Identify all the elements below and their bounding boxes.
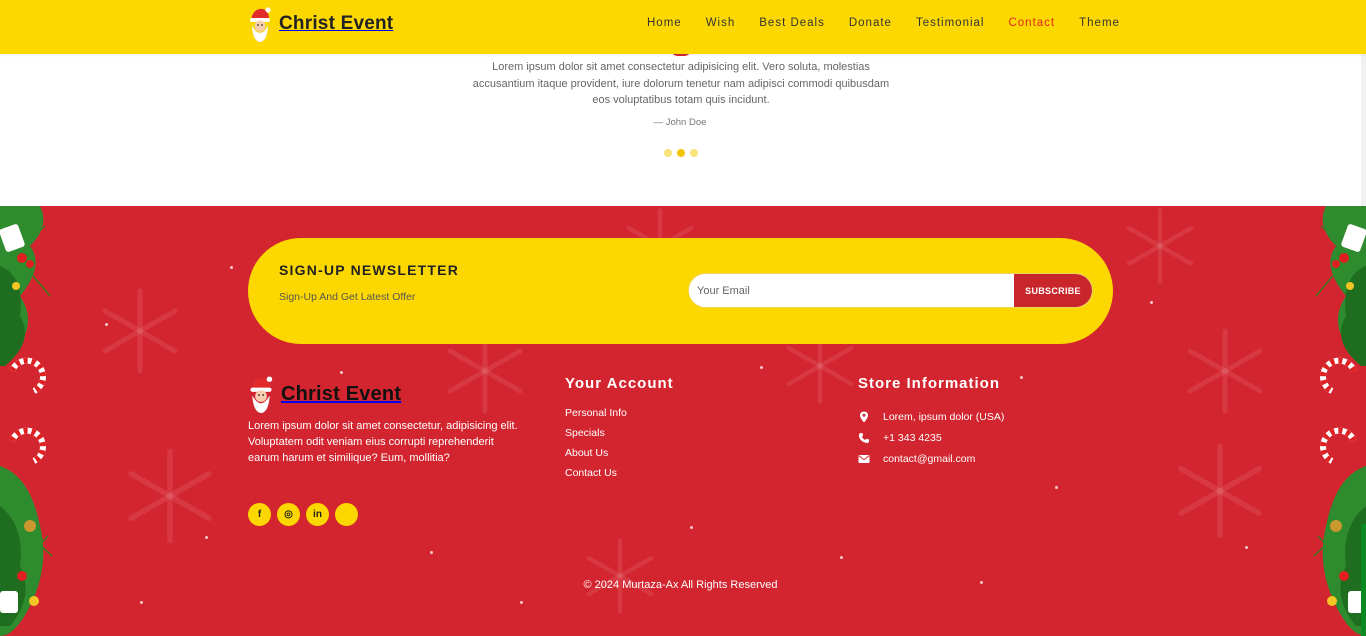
green-edge-strip [1361,524,1366,636]
testimonial-section: Lorem ipsum dolor sit amet consectetur a… [0,48,1361,206]
snowflake-pattern-icon [1187,328,1263,414]
link-personal-info[interactable]: Personal Info [565,406,627,426]
snow-dot [205,536,208,539]
email-row: contact@gmail.com [858,448,1004,469]
newsletter-subtitle: Sign-Up And Get Latest Offer [279,291,416,303]
link-contact-us[interactable]: Contact Us [565,466,627,486]
copyright-text: © 2024 Murtaza-Ax All Rights Reserved [583,579,778,591]
address-row: Lorem, ipsum dolor (USA) [858,406,1004,427]
snow-dot [520,601,523,604]
phone-icon [858,432,869,443]
top-navbar: Christ Event Home Wish Best Deals Donate… [0,0,1366,54]
snowflake-pattern-icon [128,448,212,544]
snowflake-pattern-icon [586,538,654,614]
snowflake-pattern-icon [1178,443,1262,539]
santa-logo-icon [250,376,273,413]
footer-brand-name: Christ Event [281,382,402,405]
subscribe-button[interactable]: SUBSCRIBE [1014,274,1092,307]
newsletter-banner: SIGN-UP NEWSLETTER Sign-Up And Get Lates… [248,238,1113,344]
blank-social-icon[interactable] [335,503,358,526]
santa-logo-icon [250,7,271,42]
footer: SIGN-UP NEWSLETTER Sign-Up And Get Lates… [0,206,1366,636]
nav-home[interactable]: Home [647,17,682,29]
carousel-dot[interactable] [690,149,698,157]
address-text: Lorem, ipsum dolor (USA) [883,410,1005,423]
newsletter-form: SUBSCRIBE [688,273,1093,308]
nav-contact[interactable]: Contact [1008,17,1055,29]
snow-dot [1150,301,1153,304]
nav-best-deals[interactable]: Best Deals [759,17,825,29]
email-text: contact@gmail.com [883,452,976,465]
snow-dot [1245,546,1248,549]
nav-wish[interactable]: Wish [706,17,736,29]
link-about-us[interactable]: About Us [565,446,627,466]
store-info-title: Store Information [858,375,1001,392]
instagram-icon[interactable]: ◎ [277,503,300,526]
snow-dot [340,371,343,374]
envelope-icon [858,454,870,463]
facebook-icon[interactable]: f [248,503,271,526]
testimonial-author: — John Doe [653,117,707,128]
snow-dot [430,551,433,554]
link-specials[interactable]: Specials [565,426,627,446]
nav-theme[interactable]: Theme [1079,17,1120,29]
holly-garland-left [0,206,53,636]
snow-dot [840,556,843,559]
brand-name: Christ Event [279,13,394,34]
social-links: f ◎ in [248,503,364,526]
map-marker-icon [860,411,868,422]
account-links: Personal Info Specials About Us Contact … [565,406,627,486]
snowflake-pattern-icon [1126,208,1194,284]
snow-dot [230,266,233,269]
snow-dot [690,526,693,529]
snowflake-pattern-icon [102,288,178,374]
nav-donate[interactable]: Donate [849,17,892,29]
brand-logo-link[interactable]: Christ Event [248,6,393,42]
phone-text: +1 343 4235 [883,431,942,444]
email-field[interactable] [689,274,1014,307]
store-info-list: Lorem, ipsum dolor (USA) +1 343 4235 con… [858,406,1004,469]
testimonial-quote: Lorem ipsum dolor sit amet consectetur a… [472,61,890,106]
account-title: Your Account [565,375,674,392]
nav-testimonial[interactable]: Testimonial [916,17,985,29]
snow-dot [760,366,763,369]
snow-dot [1020,376,1023,379]
main-nav: Home Wish Best Deals Donate Testimonial … [647,17,1144,29]
snow-dot [140,601,143,604]
snow-dot [105,323,108,326]
linkedin-icon[interactable]: in [306,503,329,526]
phone-row: +1 343 4235 [858,427,1004,448]
page-scrollbar[interactable] [1361,54,1366,206]
carousel-dot[interactable] [664,149,672,157]
holly-garland-right [1313,206,1366,636]
newsletter-title: SIGN-UP NEWSLETTER [279,262,460,278]
carousel-dots [664,149,703,157]
footer-brand-link[interactable]: Christ Event [248,375,401,413]
footer-description: Lorem ipsum dolor sit amet consectetur, … [248,420,518,464]
snow-dot [1055,486,1058,489]
carousel-dot-active[interactable] [677,149,685,157]
